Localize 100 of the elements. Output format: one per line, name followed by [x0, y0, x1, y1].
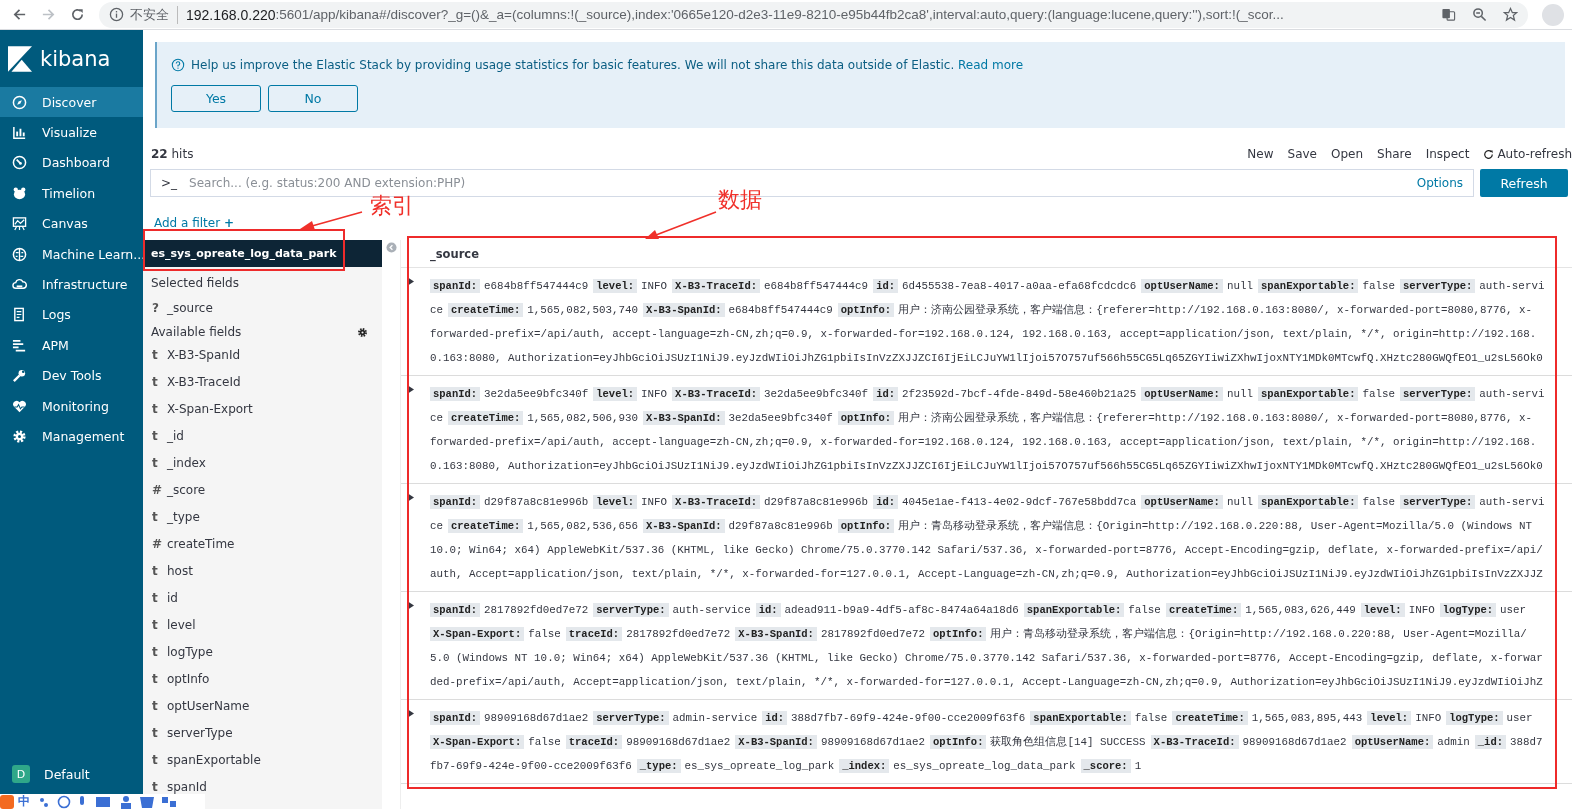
zoom-icon[interactable]: [1472, 7, 1487, 22]
field-value: 6d455538-7ea8-4017-a0aa-efa68fcdcdc6: [902, 280, 1137, 292]
nav-item[interactable]: Canvas: [0, 208, 143, 239]
banner-button[interactable]: Yes: [171, 85, 261, 112]
help-icon: [171, 58, 185, 72]
nav-item[interactable]: Management: [0, 421, 143, 452]
field-item[interactable]: t X-B3-TraceId: [143, 368, 382, 395]
field-key: optInfo:: [930, 735, 987, 749]
options-link[interactable]: Options: [1416, 176, 1463, 190]
refresh-button[interactable]: Refresh: [1480, 169, 1568, 197]
nav-item[interactable]: Dashboard: [0, 147, 143, 179]
info-icon[interactable]: [109, 7, 124, 22]
field-item[interactable]: t optInfo: [143, 665, 382, 692]
field-key: traceId:: [565, 735, 623, 749]
nav-item[interactable]: Visualize: [0, 117, 143, 148]
field-value: null: [1226, 280, 1253, 292]
field-key: optInfo:: [837, 411, 895, 425]
field-item[interactable]: ? _source: [143, 294, 382, 321]
field-value: 388d7: [1510, 736, 1543, 748]
translate-icon[interactable]: [1441, 7, 1456, 22]
field-key: X-B3-SpanId:: [735, 627, 817, 641]
nav-item[interactable]: Timelion: [0, 178, 143, 209]
field-value: 2817892fd0ed7e72: [626, 628, 731, 640]
field-value: ded-prefix=/api/auth, Accept=application/json, text/plain, */*, x-forwarded-for=127.0.0.1, Accept-Language=zh-CN,zh;q=0.9, Authorization=eyJhbGciOiJSUzI1NiJ9.eyJzdWIiOiJhZ: [430, 676, 1543, 688]
address-bar[interactable]: 不安全 192.168.0.220:5601/app/kibana#/discover?_g=()&_a=(columns:!(_source),index:'0665e120-d2e3-11e9-8210-e95b44fb2ca8',interval:auto,query:(language:lucene,query:''),sort:!(_scor...: [99, 1, 1528, 28]
field-value: 0.163:8080, Authorization=eyJhbGciOiJSUzI1NiJ9.eyJzdWIiOiJhZG1pbiIsInVzZXJJZCI6IjEiLCJuYW1lIjoi57O757uf566h55CG5Lq65ZGYIiwiZXhwIjoxNTY1MDk0MTcwfQ.XHztc280GWQfEO1_u2sL56Ok0: [430, 352, 1543, 364]
banner-button[interactable]: No: [268, 85, 358, 112]
field-item[interactable]: # _score: [143, 476, 382, 503]
field-item[interactable]: t id: [143, 584, 382, 611]
expand-caret-icon[interactable]: [409, 278, 414, 285]
field-item[interactable]: t host: [143, 557, 382, 584]
star-icon[interactable]: [1503, 7, 1518, 22]
field-value: ce: [430, 520, 443, 532]
field-item[interactable]: t spanExportable: [143, 746, 382, 773]
document-icon: [12, 307, 27, 323]
field-key: spanExportable:: [1257, 279, 1359, 293]
field-item[interactable]: t _type: [143, 503, 382, 530]
expand-caret-icon[interactable]: [409, 494, 414, 501]
field-value: user: [1500, 604, 1527, 616]
toolbar-link[interactable]: Share: [1377, 147, 1412, 161]
field-value: 5.0 (Windows NT 10.0; Win64; x64) AppleWebKit/537.36 (KHTML, like Gecko) Chrome/75.0.3770.142 Safari/537.36, x-forwarded-port=8776, Accept-Encoding=gzip, deflate, x-forwar: [430, 652, 1543, 664]
nav-item[interactable]: Infrastructure: [0, 269, 143, 300]
field-key: logType:: [1446, 711, 1503, 725]
nav-item[interactable]: Dev Tools: [0, 360, 143, 391]
field-value: auth-servi: [1479, 496, 1545, 508]
field-item[interactable]: t spanId: [143, 773, 382, 800]
field-key: level:: [593, 387, 638, 401]
space-name[interactable]: Default: [44, 766, 90, 782]
query-prompt: >_: [161, 176, 178, 190]
toolbar-link[interactable]: Open: [1331, 147, 1364, 161]
field-value: false: [528, 736, 561, 748]
field-key: createTime:: [448, 519, 524, 533]
field-value: false: [528, 628, 561, 640]
field-value: e684b8ff547444c9: [484, 280, 589, 292]
add-filter-link[interactable]: Add a filter +: [154, 216, 234, 230]
field-value: 3e2da5ee9bfc340f: [728, 412, 833, 424]
field-key: serverType:: [1400, 279, 1476, 293]
read-more-link[interactable]: Read more: [958, 58, 1024, 72]
toolbar-link[interactable]: Inspect: [1425, 147, 1470, 161]
space-avatar: D: [12, 765, 30, 783]
field-key: _type:: [636, 759, 681, 773]
nav-item[interactable]: APM: [0, 330, 143, 361]
expand-caret-icon[interactable]: [409, 710, 414, 717]
field-value: 98909168d67d1ae2: [626, 736, 731, 748]
field-value: ce: [430, 412, 443, 424]
nav-item[interactable]: Discover: [0, 87, 143, 118]
hits-count: 22 hits: [151, 147, 194, 161]
field-key: level:: [593, 279, 638, 293]
nav-item[interactable]: Machine Learn...: [0, 238, 143, 270]
wrench-icon: [12, 368, 27, 384]
field-key: level:: [1360, 603, 1405, 617]
security-label: 不安全: [130, 5, 178, 24]
field-item[interactable]: t serverType: [143, 719, 382, 746]
nav-item[interactable]: Monitoring: [0, 390, 143, 422]
field-value: 98909168d67d1ae2: [484, 712, 589, 724]
field-item[interactable]: t _index: [143, 449, 382, 476]
field-item[interactable]: t X-Span-Export: [143, 395, 382, 422]
ime-mode[interactable]: 中: [18, 793, 30, 809]
field-key: createTime:: [448, 411, 524, 425]
bear-icon: [12, 185, 27, 201]
back-arrow-icon[interactable]: [12, 7, 27, 22]
gear-icon[interactable]: [357, 326, 368, 338]
toolbar-link[interactable]: New: [1247, 147, 1274, 161]
field-item[interactable]: # createTime: [143, 530, 382, 557]
expand-caret-icon[interactable]: [409, 386, 414, 393]
index-pattern-header[interactable]: es_sys_opreate_log_data_park: [143, 240, 382, 267]
nav-item[interactable]: Logs: [0, 299, 143, 331]
field-item[interactable]: t level: [143, 611, 382, 638]
reload-icon[interactable]: [70, 7, 85, 22]
toolbar-link[interactable]: Save: [1287, 147, 1317, 161]
field-item[interactable]: t optUserName: [143, 692, 382, 719]
field-key: optInfo:: [837, 519, 895, 533]
field-key: X-B3-SpanId:: [642, 519, 725, 533]
column-header: _source: [401, 240, 1572, 268]
field-item[interactable]: t logType: [143, 638, 382, 665]
field-item[interactable]: t _id: [143, 422, 382, 449]
expand-caret-icon[interactable]: [409, 602, 414, 609]
field-value: es_sys_opreate_log_data_park: [893, 760, 1076, 772]
field-item[interactable]: t X-B3-SpanId: [143, 341, 382, 368]
auto-refresh-link[interactable]: Auto-refresh: [1483, 147, 1572, 161]
